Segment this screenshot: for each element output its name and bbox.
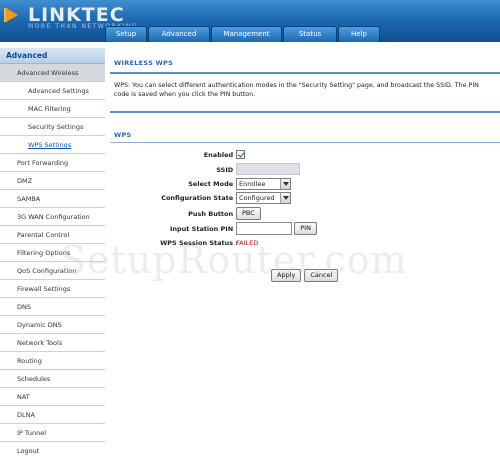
sidebar-item-logout[interactable]: Logout [0,442,105,458]
cancel-button[interactable]: Cancel [304,269,339,282]
sidebar-item-dynamic-dns[interactable]: Dynamic DNS [0,316,105,334]
sidebar-item-schedules[interactable]: Schedules [0,370,105,388]
sidebar-item-dns[interactable]: DNS [0,298,105,316]
tab-management[interactable]: Management [211,26,282,42]
tab-setup[interactable]: Setup [105,26,147,42]
sidebar-item-nat[interactable]: NAT [0,388,105,406]
tab-help[interactable]: Help [338,26,380,42]
chevron-down-icon [280,193,290,203]
ssid-field [236,163,300,175]
sidebar-item-qos-configuration[interactable]: QoS Configuration [0,262,105,280]
enabled-row: Enabled : [106,149,494,163]
sidebar-item-wps-settings[interactable]: WPS Settings [0,136,105,154]
pin-label: Input Station PIN : [169,225,238,233]
header-bar: LINKTEC MORE THAN NETWORKING Setup Advan… [0,0,500,42]
sidebar-item-advanced-settings[interactable]: Advanced Settings [0,82,105,100]
sidebar-item-firewall-settings[interactable]: Firewall Settings [0,280,105,298]
main-content: WIRELESS WPS WPS: You can select differe… [106,48,500,458]
ssid-row: SSID : [106,163,494,177]
sidebar-item-security-settings[interactable]: Security Settings [0,118,105,136]
logo-mark-icon [4,6,24,24]
sidebar-item-advanced-wireless[interactable]: Advanced Wireless [0,64,105,82]
sidebar-item-port-forwarding[interactable]: Port Forwarding [0,154,105,172]
sidebar: Advanced Advanced Wireless Advanced Sett… [0,48,105,458]
sidebar-item-filtering-options[interactable]: Filtering Options [0,244,105,262]
tab-status[interactable]: Status [283,26,337,42]
mode-row: Select Mode : Enrollee [106,178,494,192]
sidebar-item-parental-control[interactable]: Parental Control [0,226,105,244]
push-label: Push Button : [188,210,238,218]
page-description: WPS: You can select different authentica… [114,82,479,98]
sidebar-item-network-tools[interactable]: Network Tools [0,334,105,352]
form-actions: Apply Cancel [271,269,339,282]
enabled-label: Enabled : [203,151,238,159]
enabled-checkbox[interactable] [236,150,245,159]
sidebar-item-3g-wan-configuration[interactable]: 3G WAN Configuration [0,208,105,226]
state-row: Configuration State : Configured [106,192,494,206]
wps-divider [110,142,500,143]
sidebar-item-dlna[interactable]: DLNA [0,406,105,424]
sidebar-item-mac-filtering[interactable]: MAC Filtering [0,100,105,118]
pin-button[interactable]: PIN [294,222,317,235]
main-nav: Setup Advanced Management Status Help [105,26,381,42]
chevron-down-icon [280,179,290,189]
push-row: Push Button : PBC [106,207,494,221]
title-divider [110,72,500,74]
page-title: WIRELESS WPS [114,59,174,67]
sidebar-header: Advanced [0,48,105,64]
mode-select[interactable]: Enrollee [236,178,291,190]
sidebar-item-ip-tunnel[interactable]: IP Tunnel [0,424,105,442]
sidebar-item-routing[interactable]: Routing [0,352,105,370]
state-select[interactable]: Configured [236,192,291,204]
session-row: WPS Session Status : FAILED [106,237,494,251]
pin-input[interactable] [236,222,292,235]
session-label: WPS Session Status : [160,239,238,247]
state-label: Configuration State : [161,194,238,202]
pbc-button[interactable]: PBC [236,207,261,220]
session-status-value: FAILED [236,239,259,247]
mode-label: Select Mode : [188,180,238,188]
sidebar-item-dmz[interactable]: DMZ [0,172,105,190]
tab-advanced[interactable]: Advanced [148,26,210,42]
description-divider [110,111,500,113]
ssid-label: SSID : [216,166,238,174]
sidebar-item-samba[interactable]: SAMBA [0,190,105,208]
wps-section-title: WPS [114,131,132,139]
pin-row: Input Station PIN : PIN [106,222,494,236]
mode-select-value: Enrollee [239,180,266,188]
apply-button[interactable]: Apply [271,269,302,282]
